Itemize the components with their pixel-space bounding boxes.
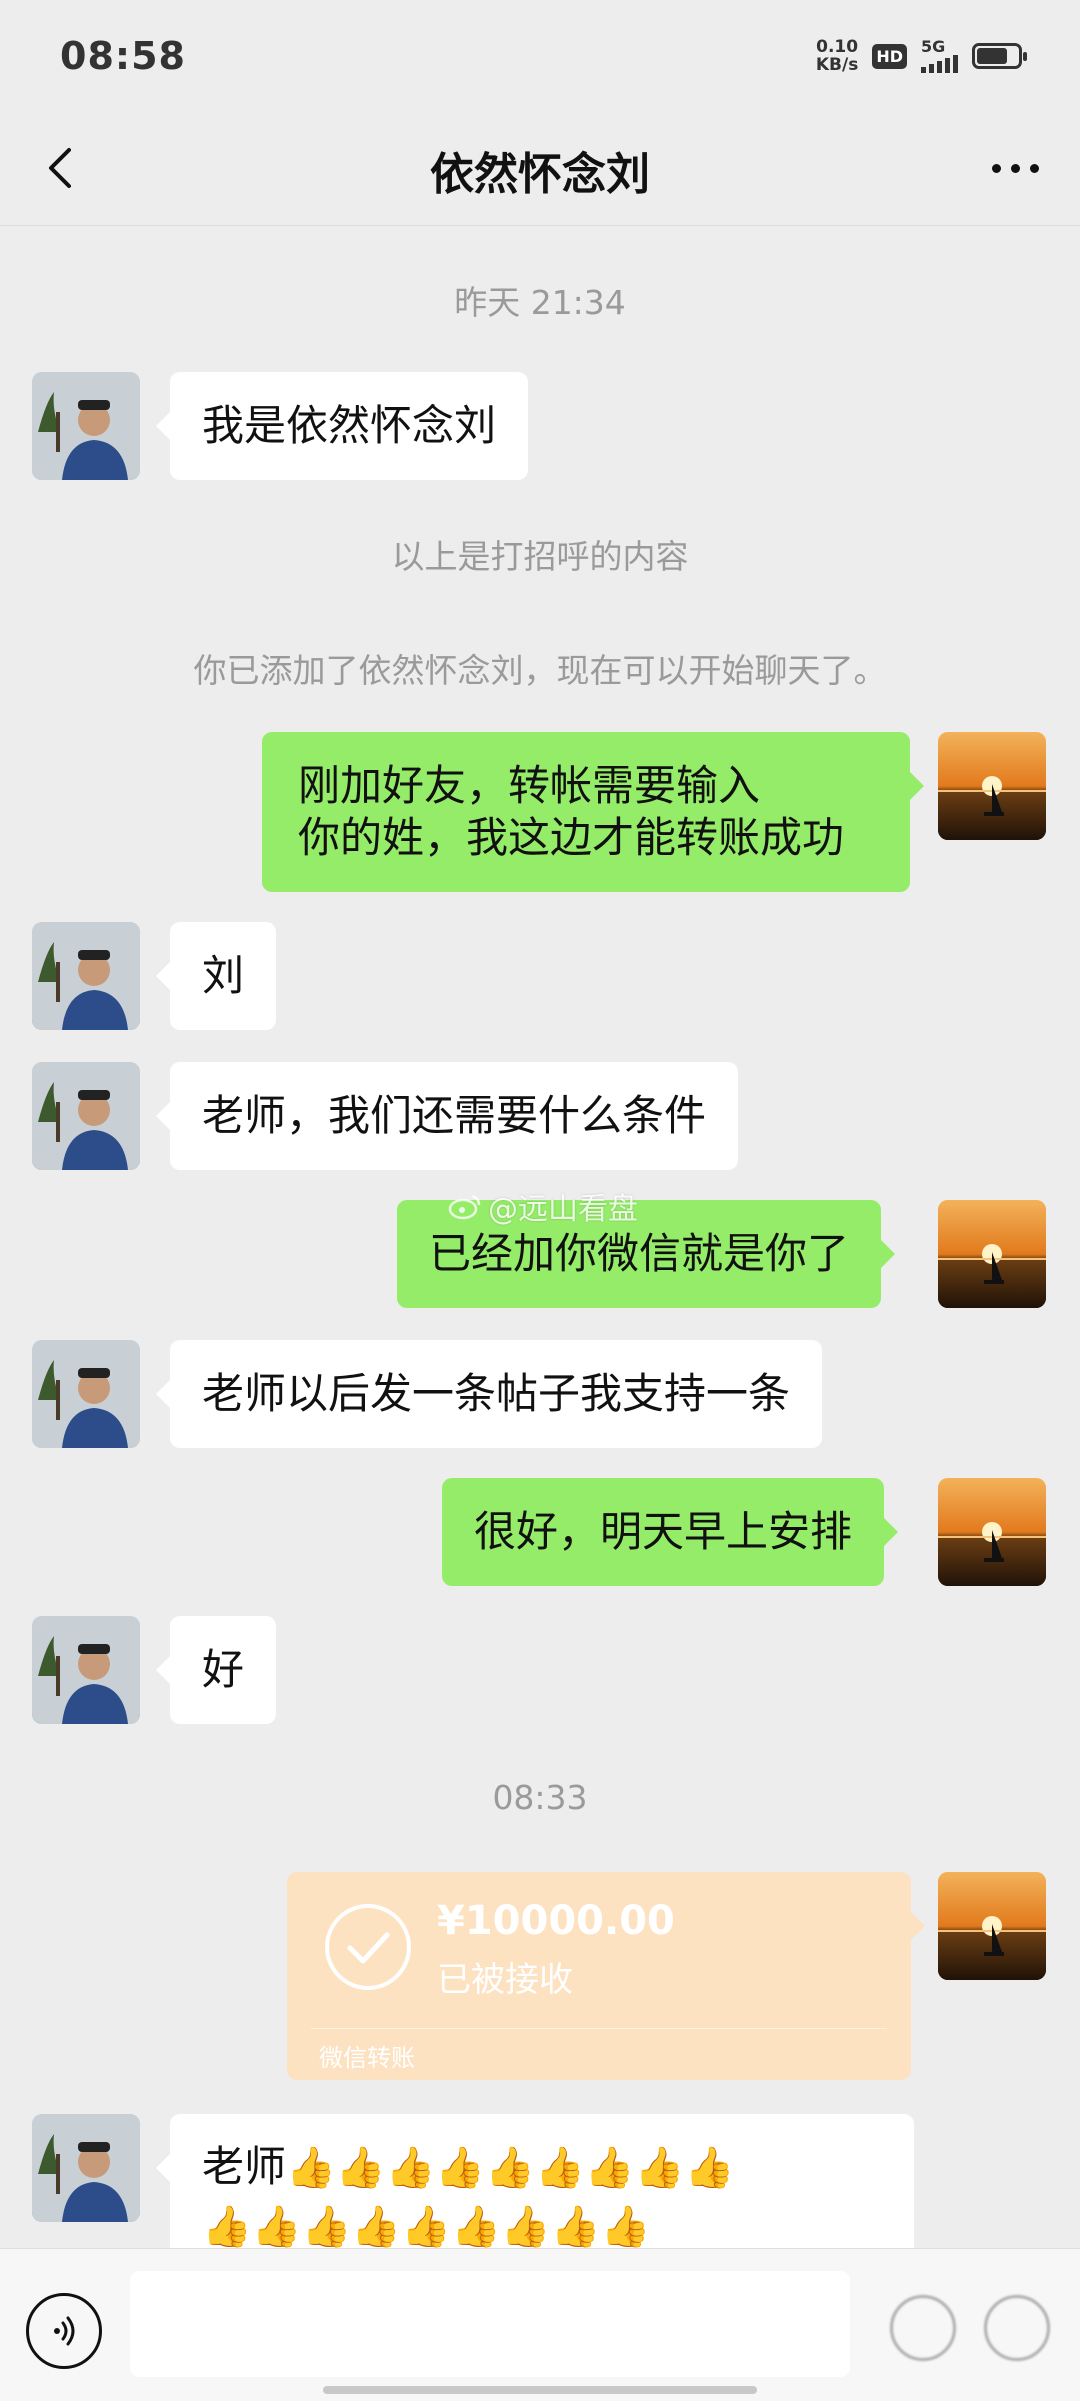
net-speed: 0.10 KB/s	[816, 38, 858, 74]
more-options-button[interactable]	[980, 138, 1050, 198]
message-input[interactable]	[130, 2271, 850, 2377]
transfer-divider	[311, 2028, 887, 2029]
contact-avatar[interactable]	[32, 1340, 140, 1448]
watermark-text: @远山看盘	[488, 1192, 638, 1227]
my-avatar[interactable]	[938, 1200, 1046, 1308]
added-friend-note: 你已添加了依然怀念刘，现在可以开始聊天了。	[193, 651, 887, 690]
contact-avatar[interactable]	[32, 1616, 140, 1724]
contact-avatar[interactable]	[32, 2114, 140, 2222]
contact-avatar[interactable]	[32, 922, 140, 1030]
signal-icon: 5G	[921, 39, 958, 73]
net-speed-value: 0.10	[816, 37, 859, 57]
message-text-line: 刚加好友，转帐需要输入	[298, 761, 761, 810]
my-avatar[interactable]	[938, 1478, 1046, 1586]
message-text: 很好，明天早上安排	[474, 1507, 853, 1556]
message-bubble-outgoing[interactable]: 刚加好友，转帐需要输入 你的姓，我这边才能转账成功	[262, 732, 924, 892]
timestamp: 昨天 21:34	[454, 283, 626, 322]
status-icons: 0.10 KB/s HD 5G	[816, 38, 1027, 74]
message-bubble-incoming[interactable]: 刘	[155, 922, 277, 1030]
transfer-amount: ¥10000.00	[437, 1898, 675, 1944]
message-bubble-outgoing[interactable]: 很好，明天早上安排	[442, 1478, 899, 1586]
my-avatar[interactable]	[938, 1872, 1046, 1980]
message-text: 已经加你微信就是你了	[429, 1229, 850, 1278]
thumbs-up-icon: 👍👍👍👍👍👍👍👍👍	[286, 2145, 735, 2191]
greeting-note: 以上是打招呼的内容	[391, 537, 689, 576]
status-bar: 08:58 0.10 KB/s HD 5G	[0, 0, 1080, 110]
message-text: 我是依然怀念刘	[202, 401, 497, 450]
more-dots-icon	[991, 163, 1001, 173]
voice-icon	[54, 2316, 75, 2346]
message-bubble-incoming[interactable]: 老师，我们还需要什么条件	[155, 1062, 739, 1170]
emoji-button[interactable]	[890, 2295, 956, 2361]
message-text: 老师，我们还需要什么条件	[202, 1091, 707, 1140]
message-text-line: 你的姓，我这边才能转账成功	[298, 813, 845, 862]
message-text: 老师以后发一条帖子我支持一条	[202, 1369, 791, 1418]
message-text: 刘	[202, 951, 245, 1000]
transfer-label: 微信转账	[319, 2044, 415, 2072]
weibo-icon	[448, 1194, 481, 1220]
net-speed-unit: KB/s	[815, 55, 859, 75]
transfer-status: 已被接收	[437, 1960, 573, 2000]
check-circle-icon	[325, 1904, 411, 1990]
message-bubble-incoming[interactable]: 好	[155, 1616, 277, 1724]
weibo-watermark: @远山看盘	[448, 1184, 638, 1228]
status-time: 08:58	[60, 34, 186, 78]
message-text: 好	[202, 1645, 245, 1694]
chat-header: 依然怀念刘	[0, 110, 1080, 226]
battery-icon	[972, 43, 1027, 69]
network-type: 5G	[921, 37, 946, 56]
message-bubble-incoming[interactable]: 老师以后发一条帖子我支持一条	[155, 1340, 823, 1448]
home-indicator[interactable]	[323, 2386, 757, 2394]
contact-avatar[interactable]	[32, 1062, 140, 1170]
voice-button[interactable]	[26, 2293, 102, 2369]
message-bubble-incoming[interactable]: 我是依然怀念刘	[155, 372, 529, 480]
my-avatar[interactable]	[938, 732, 1046, 840]
transfer-card[interactable]: ¥10000.00 已被接收 微信转账	[287, 1872, 925, 2080]
message-text: 老师	[202, 2142, 287, 2191]
hd-icon: HD	[872, 43, 907, 69]
plus-button[interactable]	[984, 2295, 1050, 2361]
chat-title: 依然怀念刘	[430, 149, 650, 200]
contact-avatar[interactable]	[32, 372, 140, 480]
timestamp: 08:33	[492, 1778, 588, 1817]
input-bar	[0, 2248, 1080, 2401]
